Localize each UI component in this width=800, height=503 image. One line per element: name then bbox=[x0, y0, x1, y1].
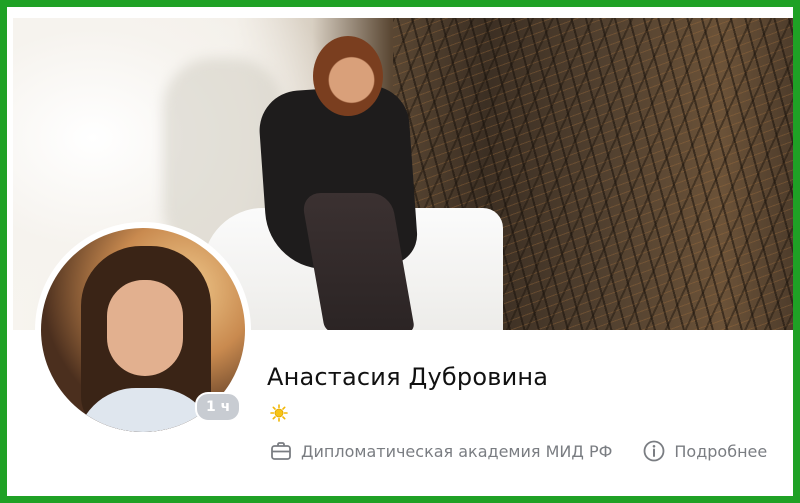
sun-icon[interactable] bbox=[270, 404, 288, 422]
last-seen-badge: 1 ч bbox=[195, 392, 242, 422]
profile-name: Анастасия Дубровина bbox=[267, 363, 549, 391]
workplace-text[interactable]: Дипломатическая академия МИД РФ bbox=[301, 442, 612, 461]
profile-card: 1 ч Анастасия Дубровина Дипломатическая … bbox=[4, 4, 796, 499]
avatar-face bbox=[107, 280, 183, 376]
briefcase-icon bbox=[271, 442, 291, 460]
info-icon[interactable] bbox=[642, 439, 666, 463]
profile-meta: Дипломатическая академия МИД РФ Подробне… bbox=[269, 437, 767, 465]
more-details-link[interactable]: Подробнее bbox=[674, 442, 767, 461]
cover-figure-head bbox=[313, 36, 383, 116]
